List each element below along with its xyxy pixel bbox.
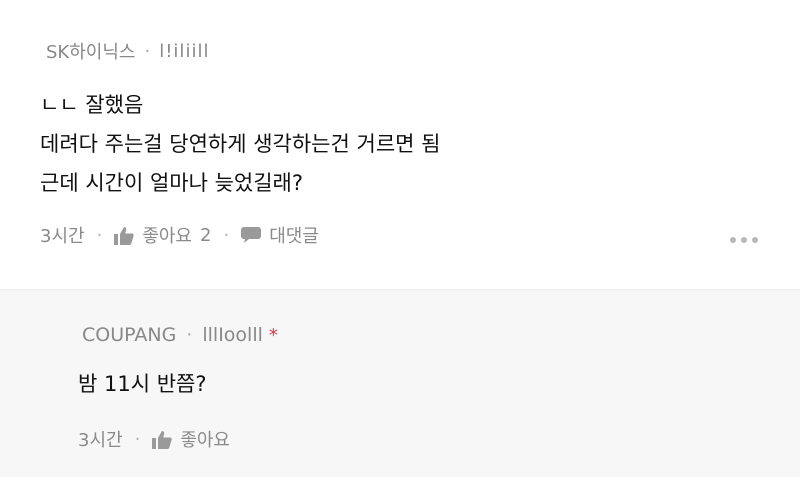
meta-separator: ·: [96, 224, 103, 246]
comment-body: ㄴㄴ 잘했음 데려다 주는걸 당연하게 생각하는건 거르면 됨 근데 시간이 얼…: [40, 86, 440, 203]
comment-time: 3시간: [40, 226, 85, 247]
author-badge: *: [268, 324, 278, 346]
meta-separator: ·: [223, 224, 230, 246]
meta-separator: ·: [134, 428, 141, 450]
comment-line: ㄴㄴ 잘했음: [40, 93, 144, 117]
comment-actions: 3시간 · 좋아요 2 · 대댓글: [40, 222, 319, 248]
author-nickname: lllIoolll: [202, 324, 263, 346]
reply-label: 대댓글: [269, 226, 319, 247]
reply-button[interactable]: 대댓글: [241, 222, 319, 248]
comment-line: 근데 시간이 얼마나 늦었길래?: [40, 171, 304, 195]
like-button[interactable]: 좋아요: [152, 426, 230, 452]
meta-separator: ·: [144, 40, 151, 62]
like-label: 좋아요: [142, 226, 192, 247]
more-dot: [741, 237, 747, 243]
thumbs-up-icon: [152, 430, 173, 449]
like-label: 좋아요: [180, 430, 230, 451]
author-nickname: l!iliill: [159, 40, 210, 62]
reply-body: 밤 11시 반쯤?: [78, 372, 207, 396]
speech-bubble-icon: [241, 227, 262, 243]
reply-actions: 3시간 · 좋아요: [78, 426, 230, 452]
author-company: SK하이닉스: [46, 42, 136, 63]
comment-author[interactable]: SK하이닉스 · l!iliill: [46, 38, 209, 64]
reply-time: 3시간: [78, 430, 123, 451]
comment-line: 데려다 주는걸 당연하게 생각하는건 거르면 됨: [40, 132, 441, 156]
more-dot: [752, 237, 758, 243]
comment-thread: SK하이닉스 · l!iliill ㄴㄴ 잘했음 데려다 주는걸 당연하게 생각…: [0, 0, 800, 477]
meta-separator: ·: [186, 324, 193, 346]
like-button[interactable]: 좋아요 2: [114, 222, 211, 248]
comment: SK하이닉스 · l!iliill ㄴㄴ 잘했음 데려다 주는걸 당연하게 생각…: [0, 0, 800, 289]
like-count: 2: [200, 224, 212, 246]
author-company: COUPANG: [82, 324, 177, 346]
more-dot: [730, 237, 736, 243]
thumbs-up-icon: [114, 226, 135, 245]
more-icon[interactable]: [730, 237, 758, 243]
reply-author[interactable]: COUPANG · lllIoolll *: [82, 324, 278, 346]
reply-comment: COUPANG · lllIoolll * 밤 11시 반쯤? 3시간 · 좋아…: [0, 289, 800, 477]
